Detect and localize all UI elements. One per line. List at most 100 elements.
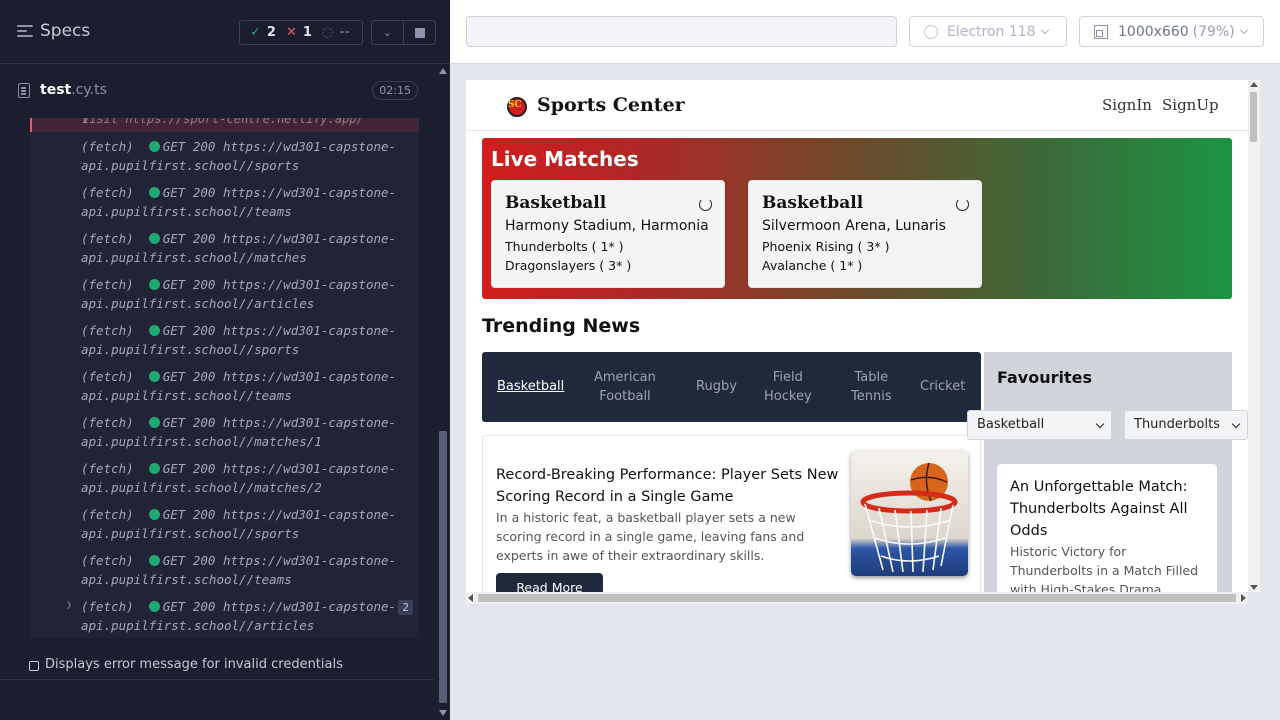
- command-type: (fetch): [81, 599, 134, 614]
- stop-icon: [414, 27, 425, 38]
- read-more-button[interactable]: Read More: [496, 573, 603, 592]
- command-url: https://wd301-capstone-: [222, 185, 397, 200]
- scroll-thumb[interactable]: [1250, 92, 1257, 142]
- command-url-cont: api.pupilfirst.school//teams: [81, 388, 292, 403]
- sports-center-logo[interactable]: [507, 97, 527, 117]
- fetch-command[interactable]: (fetch) GET 200 https://wd301-capstone-a…: [30, 546, 419, 592]
- scroll-down-icon[interactable]: [1250, 585, 1258, 590]
- favourite-sport-select[interactable]: Basketball: [967, 410, 1112, 440]
- selected-sport: Basketball: [977, 417, 1045, 432]
- chevron-down-icon: [1239, 25, 1248, 34]
- visit-command[interactable]: 1 visit https://sport-centre.netlify.app…: [30, 118, 419, 132]
- brand-name[interactable]: Sports Center: [537, 94, 685, 116]
- tab-table-tennis[interactable]: Table Tennis: [851, 368, 892, 406]
- visit-text: visit https://sport-centre.netlify.app/: [82, 118, 364, 126]
- electron-icon: [924, 24, 938, 39]
- scroll-up-icon[interactable]: [439, 68, 447, 74]
- article-description: In a historic feat, a basketball player …: [496, 510, 805, 563]
- sport-tabs: Basketball American Football Rugby Field…: [482, 352, 981, 422]
- fetch-command[interactable]: (fetch) GET 200 https://wd301-capstone-a…: [30, 454, 419, 500]
- command-type: (fetch): [81, 369, 134, 384]
- tab-basketball[interactable]: Basketball: [497, 377, 564, 396]
- tab-cricket[interactable]: Cricket: [920, 377, 965, 396]
- fetch-command[interactable]: (fetch) GET 200 https://wd301-capstone-a…: [30, 270, 419, 316]
- command-method: GET 200: [162, 415, 216, 430]
- match-card[interactable]: Basketball Harmony Stadium, Harmonia Thu…: [491, 180, 725, 288]
- signup-link[interactable]: SignUp: [1162, 96, 1219, 114]
- pending-count: ◌ --: [312, 25, 350, 40]
- status-dot-icon: [148, 555, 160, 566]
- command-url: https://wd301-capstone-: [222, 599, 397, 614]
- refresh-icon[interactable]: [956, 198, 969, 211]
- scroll-thumb[interactable]: [439, 431, 447, 703]
- runner-scrollbar[interactable]: [436, 64, 450, 720]
- command-url-cont: api.pupilfirst.school//articles: [81, 618, 315, 633]
- stop-button[interactable]: [404, 21, 435, 44]
- scroll-up-icon[interactable]: [1250, 82, 1258, 87]
- command-list: (fetch) GET 200 https://wd301-capstone-a…: [30, 132, 419, 638]
- favourites-title: Favourites: [997, 368, 1092, 387]
- scroll-right-icon[interactable]: [1241, 594, 1246, 602]
- scroll-thumb[interactable]: [478, 594, 1236, 602]
- fetch-command[interactable]: (fetch) GET 200 https://wd301-capstone-a…: [30, 362, 419, 408]
- viewport-selector[interactable]: 1000x660 (79%): [1079, 16, 1264, 47]
- fetch-command[interactable]: ❯ (fetch) GET 200 https://wd301-capstone-…: [30, 592, 419, 638]
- favourite-article-description: Historic Victory for Thunderbolts in a M…: [1010, 544, 1199, 592]
- match-card[interactable]: Basketball Silvermoon Arena, Lunaris Pho…: [748, 180, 982, 288]
- favourite-article-card[interactable]: An Unforgettable Match: Thunderbolts Aga…: [997, 464, 1217, 592]
- scroll-left-icon[interactable]: [468, 594, 473, 602]
- refresh-icon[interactable]: [699, 198, 712, 211]
- command-method: GET 200: [162, 461, 216, 476]
- fetch-command[interactable]: (fetch) GET 200 https://wd301-capstone-a…: [30, 178, 419, 224]
- fetch-command[interactable]: (fetch) GET 200 https://wd301-capstone-a…: [30, 408, 419, 454]
- specs-list-icon[interactable]: [17, 25, 33, 39]
- favourite-team-select[interactable]: Thunderbolts: [1124, 410, 1248, 440]
- test-stats: ✓ 2 ✕ 1 ◌ --: [239, 20, 363, 45]
- fetch-command[interactable]: (fetch) GET 200 https://wd301-capstone-a…: [30, 500, 419, 546]
- command-type: (fetch): [81, 507, 134, 522]
- tab-field-hockey[interactable]: Field Hockey: [764, 368, 812, 406]
- command-method: GET 200: [162, 277, 216, 292]
- tab-rugby[interactable]: Rugby: [696, 377, 737, 396]
- command-type: (fetch): [81, 553, 134, 568]
- chevron-right-icon[interactable]: ❯: [66, 600, 72, 611]
- spec-file-name: test.cy.ts: [40, 82, 107, 98]
- spinner-icon: ◌: [321, 25, 334, 40]
- app-navbar: Sports Center SignIn SignUp: [466, 80, 1248, 131]
- app-horizontal-scrollbar[interactable]: [466, 592, 1248, 604]
- basketball-hoop-image: [851, 450, 968, 576]
- fetch-command[interactable]: (fetch) GET 200 https://wd301-capstone-a…: [30, 132, 419, 178]
- command-method: GET 200: [162, 185, 216, 200]
- spec-file-row[interactable]: test.cy.ts 02:15: [0, 76, 434, 106]
- check-icon: ✓: [250, 25, 261, 40]
- command-url-cont: api.pupilfirst.school//articles: [81, 296, 315, 311]
- command-line: (fetch) GET 200 https://wd301-capstone-: [81, 323, 396, 338]
- url-bar[interactable]: [466, 16, 897, 47]
- scroll-down-icon[interactable]: [439, 710, 447, 716]
- specs-title[interactable]: Specs: [40, 21, 90, 41]
- match-team: Avalanche ( 1* ): [762, 258, 863, 273]
- match-sport: Basketball: [505, 193, 607, 213]
- command-url-cont: api.pupilfirst.school//sports: [81, 526, 300, 541]
- passed-value: 2: [266, 25, 276, 40]
- browser-label: Electron 118: [947, 23, 1036, 40]
- match-team: Phoenix Rising ( 3* ): [762, 239, 890, 254]
- favourites-panel: Favourites Basketball Thunderbolts An Un…: [967, 352, 1248, 592]
- live-matches-section: Live Matches Basketball Harmony Stadium,…: [482, 138, 1232, 299]
- test-item[interactable]: Displays error message for invalid crede…: [0, 654, 434, 680]
- command-line: (fetch) GET 200 https://wd301-capstone-: [81, 415, 396, 430]
- fetch-command[interactable]: (fetch) GET 200 https://wd301-capstone-a…: [30, 316, 419, 362]
- command-url-cont: api.pupilfirst.school//teams: [81, 572, 292, 587]
- chevron-down-icon[interactable]: ⌄: [372, 21, 404, 44]
- chevron-down-icon: [1231, 419, 1241, 429]
- command-line: (fetch) GET 200 https://wd301-capstone-: [81, 231, 396, 246]
- tab-american-football[interactable]: American Football: [594, 368, 656, 406]
- status-dot-icon: [148, 601, 160, 612]
- command-line: (fetch) GET 200 https://wd301-capstone-: [81, 369, 396, 384]
- signin-link[interactable]: SignIn: [1102, 96, 1152, 114]
- fetch-command[interactable]: (fetch) GET 200 https://wd301-capstone-a…: [30, 224, 419, 270]
- browser-selector[interactable]: Electron 118: [909, 16, 1067, 47]
- app-vertical-scrollbar[interactable]: [1248, 80, 1260, 592]
- status-dot-icon: [148, 325, 160, 336]
- command-line: (fetch) GET 200 https://wd301-capstone-: [81, 553, 396, 568]
